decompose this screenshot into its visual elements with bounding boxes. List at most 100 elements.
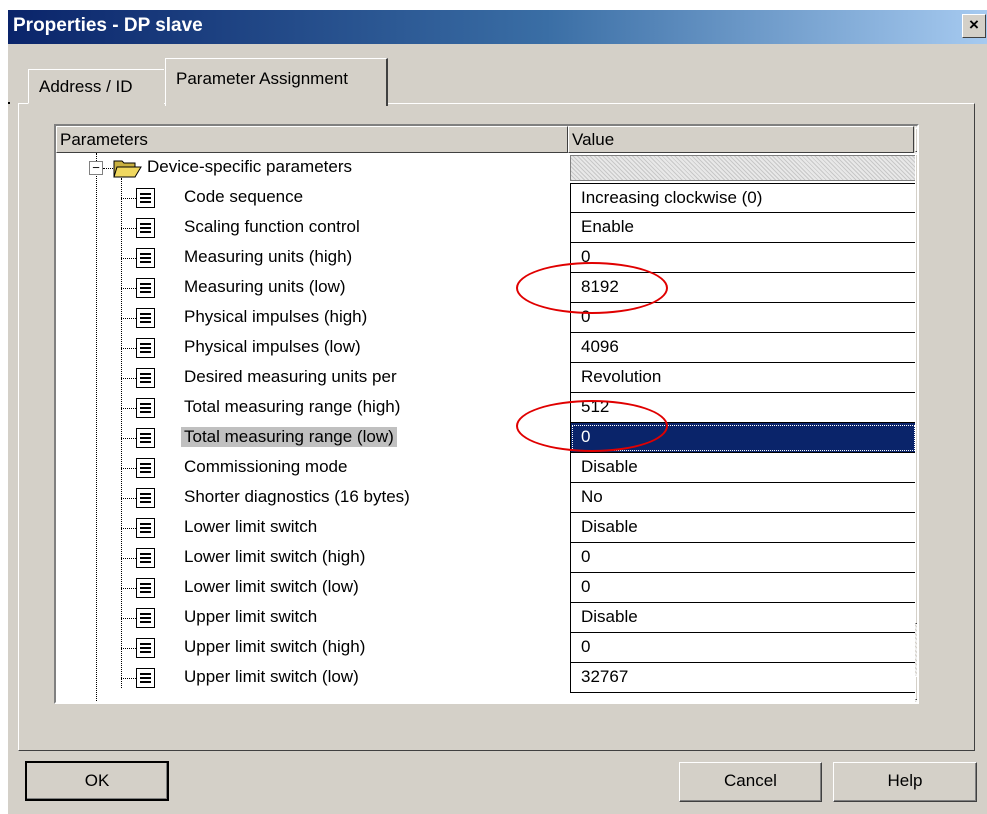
parameter-value-cell[interactable]: 0 (570, 303, 917, 333)
dialog-body: Address / ID Parameter Assignment Parame… (8, 44, 987, 814)
table-row[interactable]: Upper limit switch (high) 0 (56, 633, 917, 663)
grid-header: Parameters Value (56, 126, 917, 153)
cancel-button[interactable]: Cancel (679, 762, 822, 802)
table-row[interactable]: Code sequence Increasing clockwise (0) (56, 183, 917, 213)
parameter-doc-icon (136, 218, 155, 238)
table-row[interactable]: Lower limit switch Disable (56, 513, 917, 543)
parameter-label: Measuring units (high) (184, 247, 353, 266)
tab-address-id[interactable]: Address / ID (28, 69, 164, 104)
parameter-value-cell[interactable]: Disable (570, 603, 917, 633)
close-button[interactable]: × (962, 14, 986, 38)
tree-line (121, 618, 136, 619)
parameter-doc-icon (136, 248, 155, 268)
collapse-icon[interactable]: − (89, 161, 103, 175)
table-row[interactable]: Physical impulses (high) 0 (56, 303, 917, 333)
parameter-value-cell[interactable]: 0 (570, 543, 917, 573)
open-folder-icon (113, 160, 142, 178)
tree-line (121, 258, 136, 259)
table-row[interactable]: Physical impulses (low) 4096 (56, 333, 917, 363)
parameter-doc-icon (136, 578, 155, 598)
parameter-label: Total measuring range (low) (181, 427, 397, 447)
parameter-label: Lower limit switch (low) (184, 577, 359, 596)
parameter-doc-icon (136, 278, 155, 298)
parameter-label: Upper limit switch (high) (184, 637, 366, 656)
table-row[interactable]: Desired measuring units per Revolution (56, 363, 917, 393)
parameter-doc-icon (136, 488, 155, 508)
tree-line (121, 408, 136, 409)
parameter-doc-icon (136, 368, 155, 388)
parameter-value-cell[interactable]: Increasing clockwise (0) (570, 183, 917, 213)
parameter-value-cell[interactable]: 4096 (570, 333, 917, 363)
tree-line (121, 348, 136, 349)
scroll-down-button[interactable]: ▼ (915, 676, 917, 700)
table-row[interactable]: Measuring units (low) 8192 (56, 273, 917, 303)
parameter-label: Commissioning mode (184, 457, 348, 476)
parameter-doc-icon (136, 398, 155, 418)
table-row[interactable]: Total measuring range (high) 512 (56, 393, 917, 423)
tab-label: Parameter Assignment (176, 69, 348, 88)
parameter-doc-icon (136, 308, 155, 328)
table-row[interactable]: Shorter diagnostics (16 bytes) No (56, 483, 917, 513)
parameter-value-cell[interactable]: Disable (570, 513, 917, 543)
close-icon: × (969, 15, 979, 34)
parameter-value-cell[interactable]: 512 (570, 393, 917, 423)
table-row[interactable]: Lower limit switch (low) 0 (56, 573, 917, 603)
vertical-scrollbar[interactable]: ▲ ▼ (915, 126, 917, 702)
window-title: Properties - DP slave (13, 15, 203, 36)
tree-line (121, 678, 136, 679)
parameter-value-cell[interactable]: 0 (570, 423, 917, 453)
parameter-doc-icon (136, 338, 155, 358)
table-row[interactable]: Upper limit switch (low) 32767 (56, 663, 917, 693)
tree-line (121, 438, 136, 439)
parameter-label: Upper limit switch (184, 607, 318, 626)
ok-button[interactable]: OK (25, 761, 169, 801)
scroll-thumb[interactable] (915, 154, 917, 624)
scroll-up-button[interactable]: ▲ (915, 128, 917, 152)
parameter-value-cell[interactable]: 8192 (570, 273, 917, 303)
tree-line (121, 288, 136, 289)
parameter-label: Total measuring range (high) (184, 397, 401, 416)
table-row[interactable]: Total measuring range (low) 0 (56, 423, 917, 453)
parameter-label: Measuring units (low) (184, 277, 346, 296)
tree-line (121, 228, 136, 229)
tree-line (121, 378, 136, 379)
parameter-doc-icon (136, 608, 155, 628)
tree-line (121, 498, 136, 499)
parameter-value-cell[interactable]: Disable (570, 453, 917, 483)
parameter-label: Physical impulses (high) (184, 307, 368, 326)
help-button[interactable]: Help (833, 762, 977, 802)
folder-value-empty (570, 155, 917, 181)
folder-row[interactable]: − Device-specific parameters (56, 153, 917, 183)
parameter-doc-icon (136, 638, 155, 658)
parameter-label: Lower limit switch (184, 517, 318, 536)
column-header-parameters[interactable]: Parameters (56, 126, 568, 153)
table-row[interactable]: Lower limit switch (high) 0 (56, 543, 917, 573)
tree-line (121, 588, 136, 589)
parameter-value-cell[interactable]: 0 (570, 573, 917, 603)
parameter-value-cell[interactable]: 0 (570, 243, 917, 273)
parameter-label: Desired measuring units per (184, 367, 397, 386)
tab-parameter-assignment[interactable]: Parameter Assignment (165, 58, 388, 106)
table-row[interactable]: Scaling function control Enable (56, 213, 917, 243)
table-row[interactable]: Commissioning mode Disable (56, 453, 917, 483)
tree-line (121, 318, 136, 319)
column-header-value[interactable]: Value (568, 126, 914, 153)
parameter-value-cell[interactable]: Revolution (570, 363, 917, 393)
tree-line (121, 198, 136, 199)
parameter-label: Lower limit switch (high) (184, 547, 366, 566)
tree-line (121, 528, 136, 529)
parameter-value-cell[interactable]: 32767 (570, 663, 917, 693)
parameter-value-cell[interactable]: 0 (570, 633, 917, 663)
parameter-doc-icon (136, 458, 155, 478)
folder-label: Device-specific parameters (147, 157, 353, 176)
parameter-doc-icon (136, 518, 155, 538)
parameter-value-cell[interactable]: Enable (570, 213, 917, 243)
table-row[interactable]: Upper limit switch Disable (56, 603, 917, 633)
parameter-label: Scaling function control (184, 217, 360, 236)
parameter-label: Upper limit switch (low) (184, 667, 359, 686)
parameter-value-cell[interactable]: No (570, 483, 917, 513)
table-row[interactable]: Measuring units (high) 0 (56, 243, 917, 273)
tree-line (121, 648, 136, 649)
title-bar: Properties - DP slave × (8, 10, 987, 44)
parameter-doc-icon (136, 668, 155, 688)
